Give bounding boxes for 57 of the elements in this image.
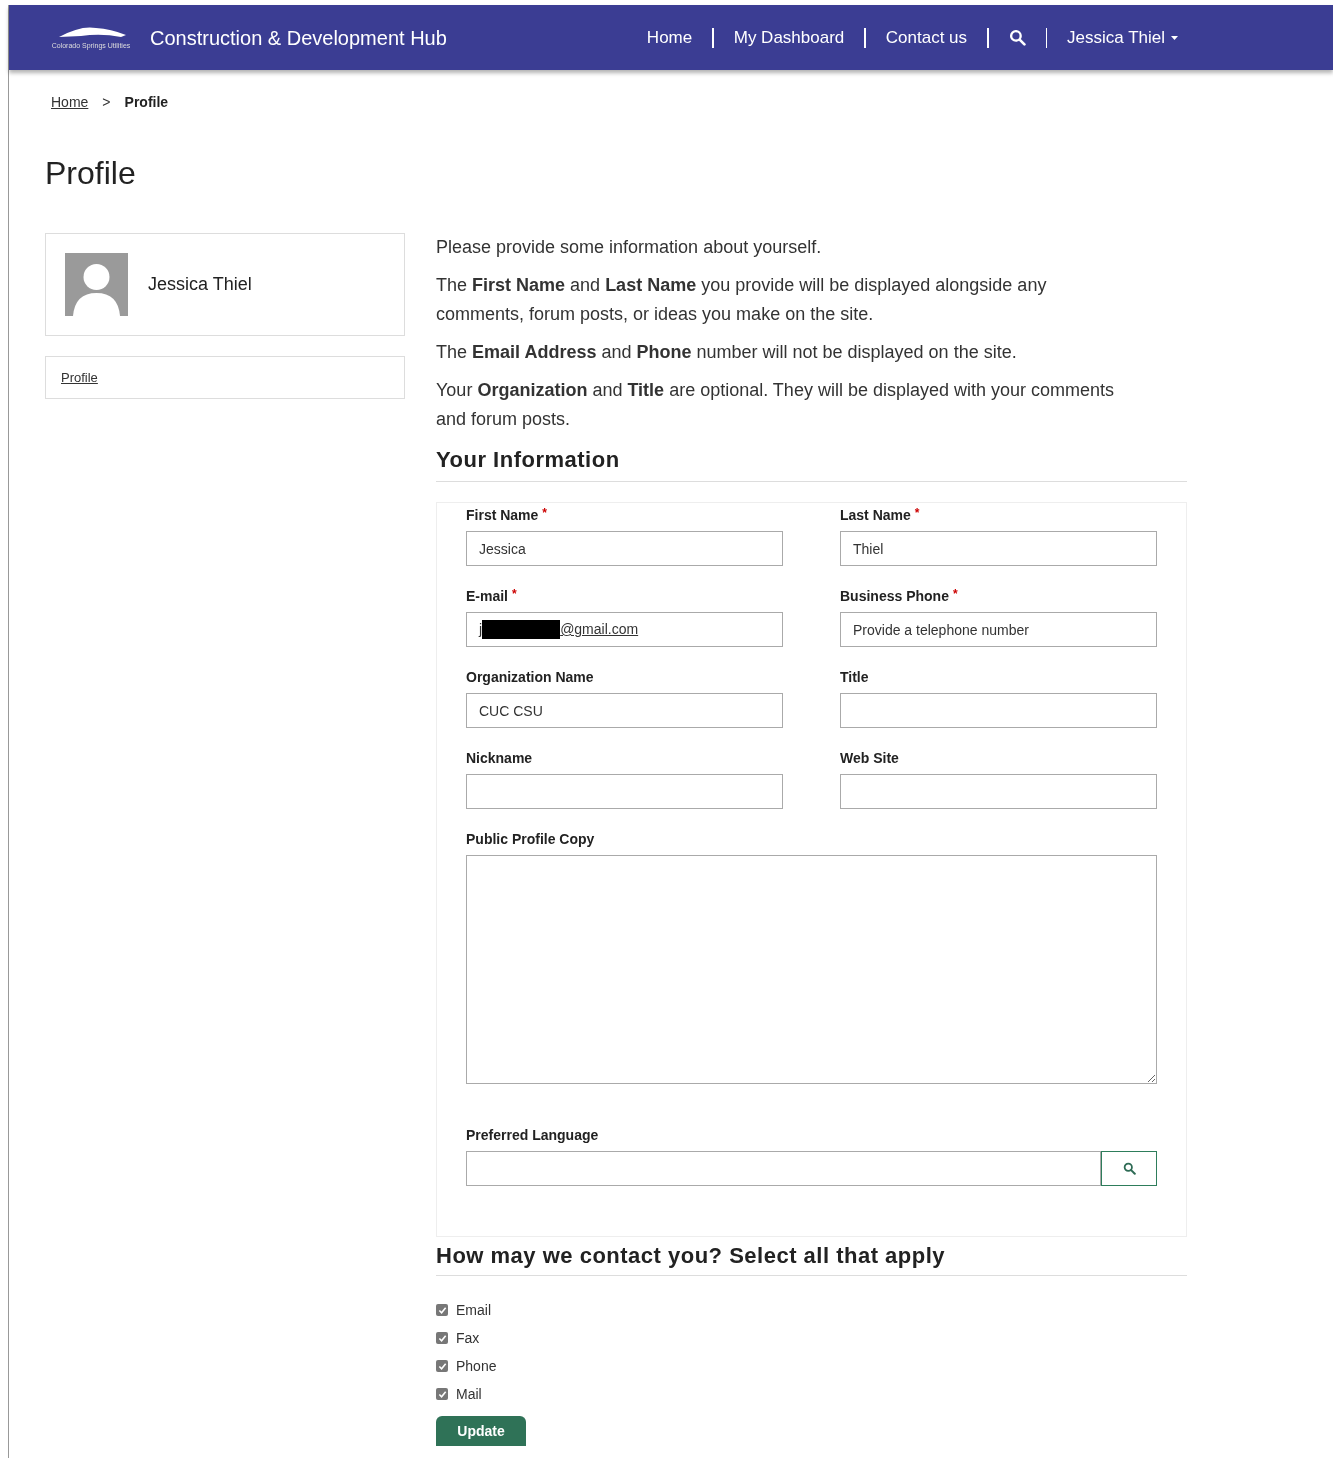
field-label: First Name	[466, 505, 539, 525]
intro-paragraph: Your Organization and Title are optional. They will be displayed with your comments and forum posts.	[436, 379, 1115, 431]
text-field[interactable]: CUC CSU	[466, 693, 783, 728]
field-label: Last Name	[840, 505, 911, 525]
nav-link[interactable]: Contact us	[875, 24, 978, 51]
field-label: Public Profile Copy	[466, 829, 595, 849]
text-field[interactable]: Provide a telephone number	[840, 612, 1157, 647]
page-title: Profile	[45, 154, 137, 193]
section-heading: How may we contact you? Select all that apply	[436, 1239, 1187, 1276]
textarea-field[interactable]	[466, 855, 1157, 1084]
checkbox[interactable]	[436, 1332, 448, 1344]
nav-link[interactable]: My Dashboard	[723, 24, 855, 51]
search-icon	[1008, 29, 1026, 46]
update-button[interactable]: Update	[436, 1416, 526, 1446]
field-label: Nickname	[466, 748, 533, 768]
checkbox[interactable]	[436, 1388, 448, 1400]
breadcrumb-link[interactable]: Home	[51, 92, 89, 113]
field-label: Business Phone	[840, 586, 949, 606]
email-value-end: @gmail.com	[560, 620, 639, 639]
breadcrumb-current: Profile	[124, 93, 169, 112]
text-field[interactable]: Jessica	[466, 531, 783, 566]
field-label: Title	[840, 667, 869, 687]
user-name: Jessica Thiel	[148, 273, 252, 296]
site-title[interactable]: Construction & Development Hub	[150, 22, 447, 53]
nav-link[interactable]: Home	[636, 24, 703, 51]
text-field[interactable]	[840, 774, 1157, 809]
checkbox-label: Fax	[456, 1328, 480, 1348]
field-label: Organization Name	[466, 667, 594, 687]
checkbox-label: Email	[456, 1300, 491, 1320]
lookup-field[interactable]	[466, 1151, 1101, 1186]
intro-paragraph: Please provide some information about yourself.	[436, 236, 823, 259]
email-value-start: j	[479, 620, 483, 639]
checkbox-label: Phone	[456, 1356, 497, 1376]
required-marker: *	[512, 588, 517, 600]
required-marker: *	[914, 507, 920, 519]
user-menu[interactable]: Jessica Thiel	[1057, 24, 1188, 51]
required-marker: *	[542, 507, 548, 519]
breadcrumb-separator: >	[102, 93, 111, 112]
field-label: Web Site	[840, 748, 899, 768]
email-field[interactable]: j @gmail.com	[466, 612, 783, 647]
search-icon	[1122, 1162, 1136, 1175]
text-field[interactable]	[840, 693, 1157, 728]
intro-paragraph: The Email Address and Phone number will not be displayed on the site.	[436, 341, 1018, 364]
checkbox[interactable]	[436, 1304, 448, 1316]
sidebar-link[interactable]: Profile	[61, 367, 98, 388]
text-field[interactable]	[466, 774, 783, 809]
search-button[interactable]	[1101, 1151, 1157, 1186]
section-heading: Your Information	[436, 443, 1187, 482]
required-marker: *	[952, 588, 958, 600]
field-label: Preferred Language	[466, 1125, 599, 1145]
checkbox[interactable]	[436, 1360, 448, 1372]
field-label: E-mail	[466, 586, 508, 606]
caret-icon	[1171, 35, 1178, 40]
avatar-icon	[65, 253, 128, 316]
text-field[interactable]: Thiel	[840, 531, 1157, 566]
checkbox-label: Mail	[456, 1384, 482, 1404]
intro-paragraph: The First Name and Last Name you provide will be displayed alongside any comments, forum posts, or ideas you make on the site.	[436, 274, 1048, 326]
